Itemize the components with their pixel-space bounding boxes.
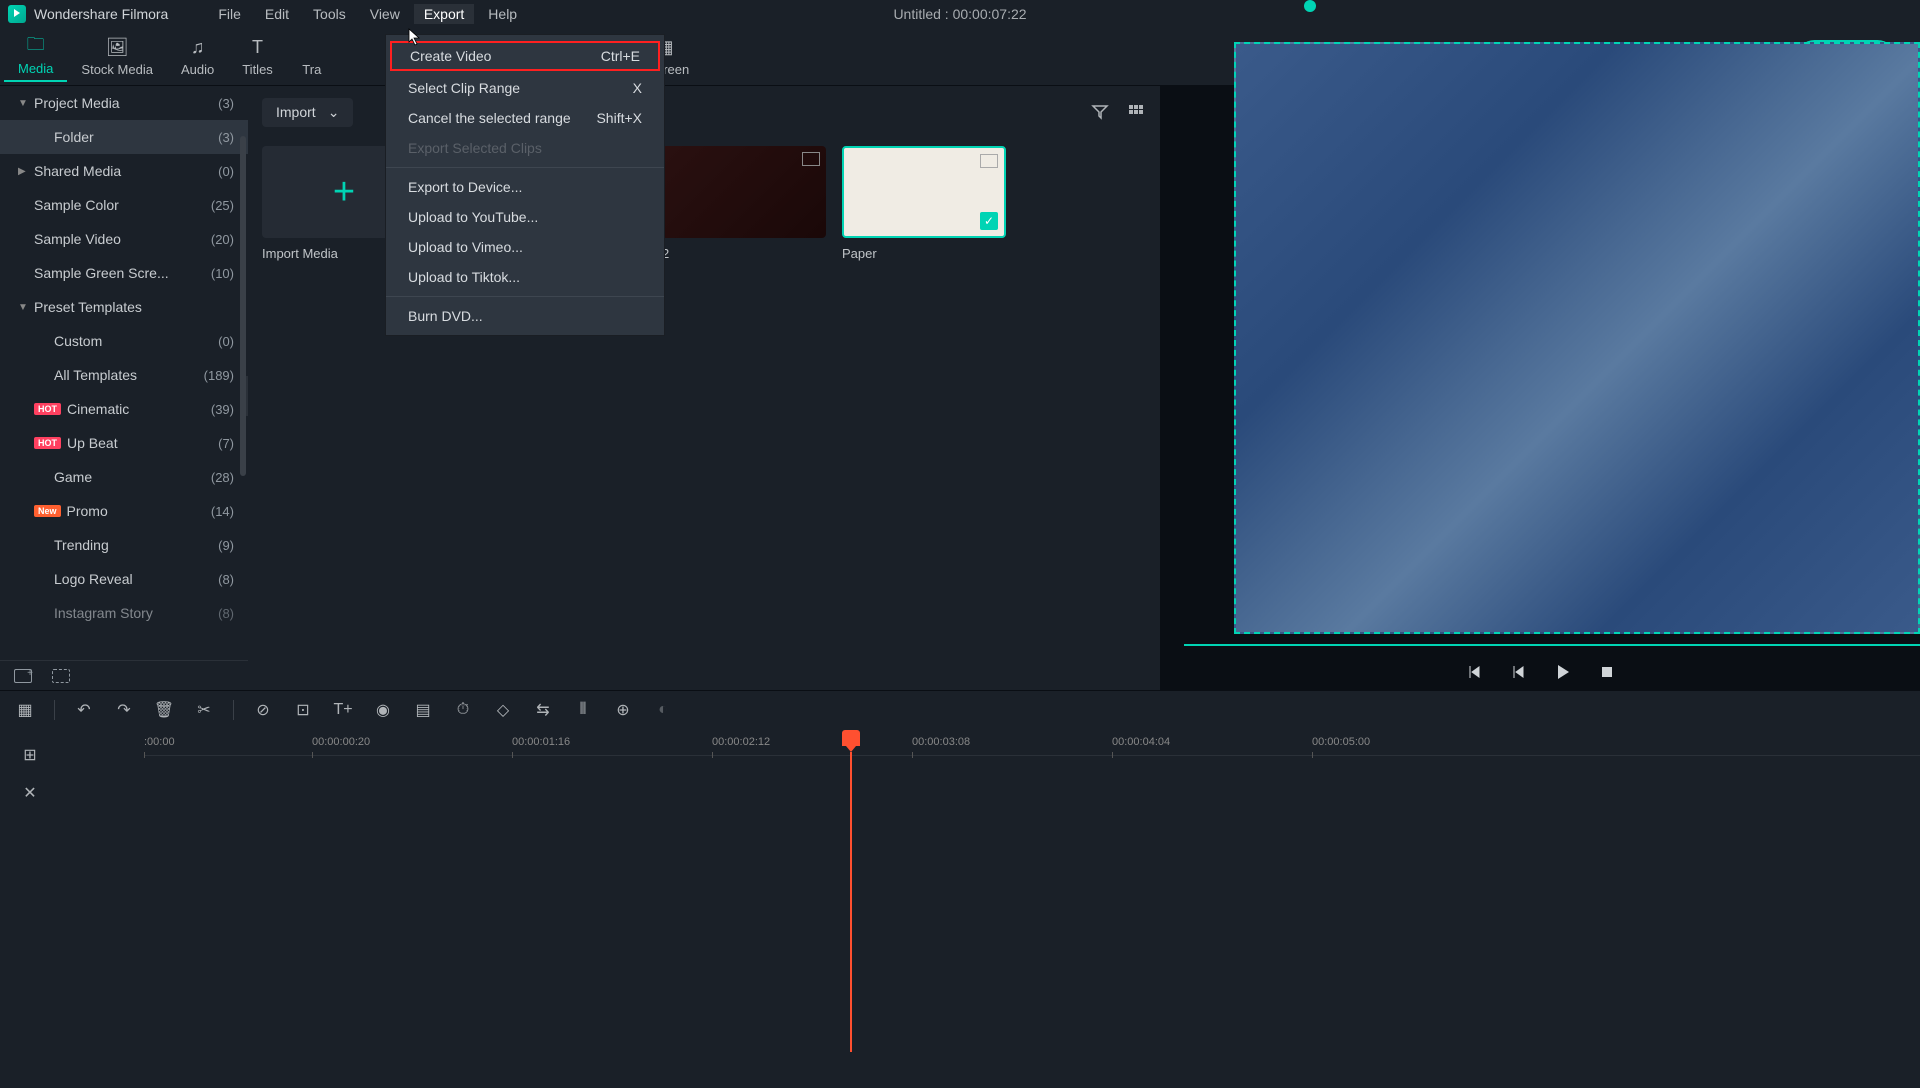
- folder-icon: 🗀: [25, 36, 47, 58]
- sidebar-cinematic[interactable]: HOTCinematic(39): [0, 392, 248, 426]
- undo-icon[interactable]: ↶: [73, 699, 95, 721]
- text-add-icon[interactable]: T+: [332, 699, 354, 721]
- globe-icon[interactable]: ⊕: [612, 699, 634, 721]
- tab-audio[interactable]: ♫Audio: [167, 33, 228, 81]
- timeline-playhead[interactable]: [842, 730, 860, 1050]
- sidebar-folder[interactable]: Folder(3): [0, 120, 248, 154]
- sidebar-custom[interactable]: Custom(0): [0, 324, 248, 358]
- play-button[interactable]: [1554, 663, 1572, 681]
- cut-icon[interactable]: ✂: [193, 699, 215, 721]
- grid-view-icon[interactable]: [1126, 102, 1146, 122]
- sidebar-game[interactable]: Game(28): [0, 460, 248, 494]
- media-clip-paper[interactable]: ✓ Paper: [842, 146, 1006, 261]
- render-icon: ◐: [652, 699, 674, 721]
- crop-icon[interactable]: ⊡: [292, 699, 314, 721]
- step-back-button[interactable]: [1510, 664, 1526, 680]
- tab-stock-media[interactable]: 🖼Stock Media: [67, 33, 167, 81]
- sidebar-promo[interactable]: NewPromo(14): [0, 494, 248, 528]
- export-selected-clips: Export Selected Clips: [386, 133, 664, 163]
- prev-frame-button[interactable]: [1466, 664, 1482, 680]
- timeline-ruler[interactable]: :00:00 00:00:00:20 00:00:01:16 00:00:02:…: [144, 728, 1920, 756]
- menu-view[interactable]: View: [360, 4, 410, 24]
- timeline-tracks[interactable]: :00:00 00:00:00:20 00:00:01:16 00:00:02:…: [144, 728, 1920, 1088]
- new-folder-icon[interactable]: [14, 669, 32, 683]
- sidebar-bottom-toolbar: [0, 660, 248, 690]
- snap-icon[interactable]: ⊞: [19, 744, 41, 766]
- image-icon: [980, 154, 998, 168]
- sidebar-preset-templates[interactable]: ▼Preset Templates: [0, 290, 248, 324]
- redo-icon[interactable]: ↷: [113, 699, 135, 721]
- sidebar-sample-color[interactable]: Sample Color(25): [0, 188, 248, 222]
- sidebar-trending[interactable]: Trending(9): [0, 528, 248, 562]
- keyframe-icon[interactable]: ◇: [492, 699, 514, 721]
- check-icon: ✓: [980, 212, 998, 230]
- player-controls: [1160, 657, 1920, 687]
- color-icon[interactable]: ▤: [412, 699, 434, 721]
- export-select-clip-range[interactable]: Select Clip RangeX: [386, 73, 664, 103]
- sidebar-project-media[interactable]: ▼Project Media(3): [0, 86, 248, 120]
- adjust-icon[interactable]: ⇆: [532, 699, 554, 721]
- sidebar-upbeat[interactable]: HOTUp Beat(7): [0, 426, 248, 460]
- menu-tools[interactable]: Tools: [303, 4, 356, 24]
- folder-placeholder-icon[interactable]: [52, 669, 70, 683]
- audio-wave-icon[interactable]: ⫴: [572, 699, 594, 721]
- timeline-track-controls: ⊞ ✕: [0, 728, 60, 1088]
- video-icon: [802, 152, 820, 166]
- title-bar: Wondershare Filmora File Edit Tools View…: [0, 0, 1920, 28]
- timeline-toolbar: ▦ ↶ ↷ 🗑 ✂ ⊘ ⊡ T+ ◉ ▤ ⏱ ◇ ⇆ ⫴ ⊕ ◐: [0, 690, 1920, 728]
- export-burn-dvd[interactable]: Burn DVD...: [386, 301, 664, 331]
- export-cancel-range[interactable]: Cancel the selected rangeShift+X: [386, 103, 664, 133]
- menu-file[interactable]: File: [208, 4, 251, 24]
- speed-icon[interactable]: ◉: [372, 699, 394, 721]
- tab-media[interactable]: 🗀Media: [4, 32, 67, 82]
- layout-icon[interactable]: ▦: [14, 699, 36, 721]
- mute-icon[interactable]: ✕: [19, 782, 41, 804]
- player-progress-bar[interactable]: [1184, 644, 1920, 654]
- tab-titles[interactable]: TTitles: [228, 33, 287, 81]
- menu-help[interactable]: Help: [478, 4, 527, 24]
- menu-bar: File Edit Tools View Export Help: [208, 4, 527, 24]
- preview-panel: [1160, 86, 1920, 690]
- text-icon: T: [247, 37, 269, 59]
- export-upload-vimeo[interactable]: Upload to Vimeo...: [386, 232, 664, 262]
- delete-icon[interactable]: 🗑: [153, 699, 175, 721]
- menu-export[interactable]: Export: [414, 4, 474, 24]
- sidebar: ▼Project Media(3) Folder(3) ▶Shared Medi…: [0, 86, 248, 690]
- menu-edit[interactable]: Edit: [255, 4, 299, 24]
- timeline-panel: ⊞ ✕ :00:00 00:00:00:20 00:00:01:16 00:00…: [0, 728, 1920, 1088]
- export-create-video[interactable]: Create VideoCtrl+E: [390, 41, 660, 71]
- export-upload-tiktok[interactable]: Upload to Tiktok...: [386, 262, 664, 292]
- sidebar-sample-green[interactable]: Sample Green Scre...(10): [0, 256, 248, 290]
- sidebar-instagram[interactable]: Instagram Story(8): [0, 596, 248, 630]
- filter-icon[interactable]: [1090, 102, 1110, 122]
- media-clip-2[interactable]: 2: [662, 146, 826, 261]
- sidebar-scrollbar[interactable]: [240, 136, 246, 476]
- plus-icon: +: [333, 171, 355, 214]
- image-icon: 🖼: [106, 37, 128, 59]
- sidebar-collapse-button[interactable]: ◀: [246, 376, 248, 416]
- project-title: Untitled : 00:00:07:22: [893, 6, 1026, 22]
- export-to-device[interactable]: Export to Device...: [386, 172, 664, 202]
- timer-icon[interactable]: ⏱: [452, 699, 474, 721]
- import-dropdown[interactable]: Import⌄: [262, 98, 353, 127]
- preview-canvas[interactable]: [1234, 42, 1920, 634]
- app-name: Wondershare Filmora: [34, 6, 168, 22]
- chevron-down-icon: ⌄: [328, 104, 340, 121]
- export-upload-youtube[interactable]: Upload to YouTube...: [386, 202, 664, 232]
- export-dropdown-menu: Create VideoCtrl+E Select Clip RangeX Ca…: [385, 34, 665, 336]
- selection-handle-icon[interactable]: [1304, 0, 1316, 12]
- tab-transitions[interactable]: Tra: [287, 33, 337, 81]
- sidebar-logo-reveal[interactable]: Logo Reveal(8): [0, 562, 248, 596]
- sidebar-sample-video[interactable]: Sample Video(20): [0, 222, 248, 256]
- tag-icon[interactable]: ⊘: [252, 699, 274, 721]
- music-icon: ♫: [187, 37, 209, 59]
- app-logo-icon: [8, 5, 26, 23]
- sidebar-shared-media[interactable]: ▶Shared Media(0): [0, 154, 248, 188]
- stop-button[interactable]: [1600, 665, 1614, 679]
- sidebar-all-templates[interactable]: All Templates(189): [0, 358, 248, 392]
